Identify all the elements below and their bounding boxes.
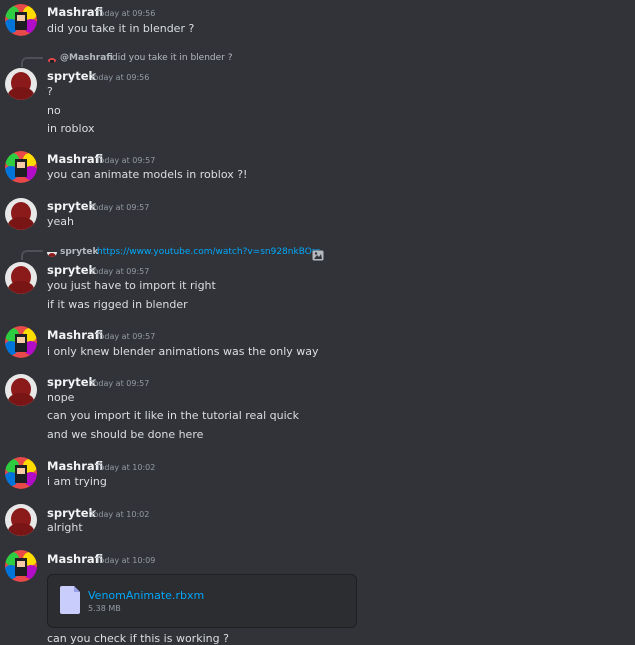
message-text: you can animate models in roblox ?!: [47, 168, 248, 181]
message-text: i only knew blender animations was the o…: [47, 345, 319, 358]
message-author[interactable]: sprytek: [47, 506, 96, 520]
avatar-mashrafi[interactable]: [5, 151, 37, 183]
message-text: i am trying: [47, 475, 107, 488]
message-timestamp: Today at 10:02: [96, 463, 156, 472]
message-author[interactable]: sprytek: [47, 263, 96, 277]
image-icon: [312, 246, 324, 261]
reply-preview-text[interactable]: did you take it in blender ?: [112, 53, 233, 63]
message-author[interactable]: Mashrafi: [47, 5, 103, 19]
sprytek-avatar-image: [5, 374, 37, 406]
mashrafi-avatar-image: [5, 151, 37, 183]
message-timestamp: Today at 09:56: [90, 73, 150, 82]
avatar-mashrafi[interactable]: [5, 4, 37, 36]
file-icon: [60, 586, 80, 614]
reply-connector: [21, 57, 43, 67]
message-text: nope: [47, 391, 75, 404]
avatar-sprytek[interactable]: [5, 374, 37, 406]
mashrafi-avatar-image: [5, 4, 37, 36]
message-author[interactable]: Mashrafi: [47, 552, 103, 566]
reply-connector: [21, 250, 43, 260]
mashrafi-avatar-image: [5, 326, 37, 358]
file-name-link[interactable]: VenomAnimate.rbxm: [88, 589, 204, 602]
sprytek-avatar-image: [5, 262, 37, 294]
message-timestamp: Today at 09:57: [90, 379, 150, 388]
file-attachment[interactable]: VenomAnimate.rbxm 5.38 MB: [47, 574, 357, 628]
message-text: alright: [47, 521, 83, 534]
message-timestamp: Today at 09:57: [90, 267, 150, 276]
avatar-sprytek[interactable]: [5, 262, 37, 294]
message-text: ?: [47, 85, 53, 98]
avatar-sprytek[interactable]: [5, 504, 37, 536]
message-text: you just have to import it right: [47, 279, 216, 292]
avatar-mashrafi[interactable]: [5, 326, 37, 358]
reply-avatar: [47, 53, 57, 63]
message-timestamp: Today at 09:57: [96, 332, 156, 341]
message-timestamp: Today at 09:57: [90, 203, 150, 212]
reply-preview-link[interactable]: https://www.youtube.com/watch?v=sn928nkB…: [97, 247, 320, 257]
file-size: 5.38 MB: [88, 604, 121, 613]
message-timestamp: Today at 09:57: [96, 156, 156, 165]
message-timestamp: Today at 10:02: [90, 510, 150, 519]
reply-mention[interactable]: @Mashrafi: [60, 53, 113, 63]
avatar-sprytek[interactable]: [5, 68, 37, 100]
sprytek-avatar-image: [5, 504, 37, 536]
avatar-mashrafi[interactable]: [5, 550, 37, 582]
message-text: can you check if this is working ?: [47, 632, 229, 645]
mashrafi-avatar-image: [5, 550, 37, 582]
message-author[interactable]: Mashrafi: [47, 152, 103, 166]
mashrafi-avatar-image: [5, 457, 37, 489]
sprytek-avatar-image: [5, 68, 37, 100]
message-author[interactable]: sprytek: [47, 375, 96, 389]
reply-avatar: [47, 247, 57, 257]
message-text: yeah: [47, 215, 74, 228]
message-text: no: [47, 104, 61, 117]
message-text: and we should be done here: [47, 428, 204, 441]
message-author[interactable]: Mashrafi: [47, 459, 103, 473]
message-text: if it was rigged in blender: [47, 298, 188, 311]
avatar-mashrafi[interactable]: [5, 457, 37, 489]
message-text: did you take it in blender ?: [47, 22, 195, 35]
message-text: in roblox: [47, 122, 95, 135]
message-timestamp: Today at 09:56: [96, 9, 156, 18]
message-author[interactable]: Mashrafi: [47, 328, 103, 342]
sprytek-avatar-image: [5, 198, 37, 230]
reply-mention[interactable]: sprytek: [60, 247, 99, 257]
message-author[interactable]: sprytek: [47, 199, 96, 213]
message-author[interactable]: sprytek: [47, 69, 96, 83]
message-text: can you import it like in the tutorial r…: [47, 409, 300, 422]
avatar-sprytek[interactable]: [5, 198, 37, 230]
message-timestamp: Today at 10:09: [96, 556, 156, 565]
